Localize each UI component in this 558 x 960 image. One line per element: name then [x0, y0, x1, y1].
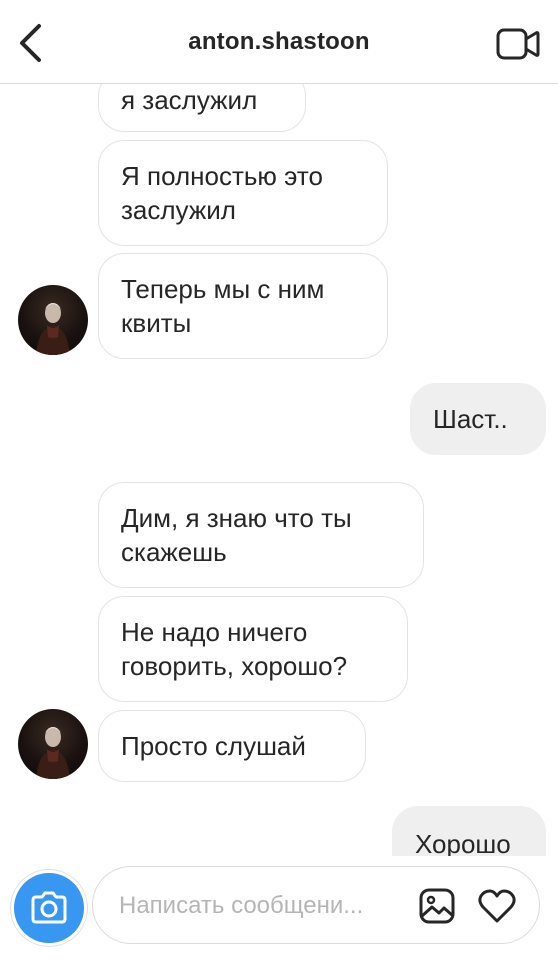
like-button[interactable]	[475, 885, 519, 927]
message-text: Просто слушай	[121, 731, 306, 761]
chat-title[interactable]: anton.shastoon	[0, 28, 558, 56]
avatar[interactable]	[18, 709, 88, 779]
message-bubble-incoming[interactable]: Я полностью это заслужил	[98, 140, 388, 246]
gallery-button[interactable]	[417, 886, 457, 926]
message-bubble-incoming[interactable]: Теперь мы с ним квиты	[98, 253, 388, 359]
message-text: я заслужил	[121, 85, 258, 115]
message-composer	[0, 856, 558, 960]
person-photo-icon	[36, 303, 70, 355]
chat-header: anton.shastoon	[0, 0, 558, 84]
camera-icon	[31, 891, 67, 924]
message-bubble-incoming[interactable]: Дим, я знаю что ты скажешь	[98, 482, 424, 588]
message-thread[interactable]: я заслужил Я полностью это заслужил Тепе…	[0, 84, 558, 856]
message-text: Теперь мы с ним квиты	[121, 274, 325, 338]
avatar[interactable]	[18, 285, 88, 355]
message-text: Дим, я знаю что ты скажешь	[121, 503, 352, 567]
person-photo-icon	[36, 727, 70, 779]
gallery-icon	[419, 888, 455, 924]
video-call-button[interactable]	[494, 22, 542, 66]
message-bubble-incoming[interactable]: Не надо ничего говорить, хорошо?	[98, 596, 408, 702]
message-text: Не надо ничего говорить, хорошо?	[121, 617, 348, 681]
message-text: Хорошо	[415, 829, 511, 856]
message-text: Я полностью это заслужил	[121, 161, 323, 225]
message-input[interactable]	[119, 887, 389, 925]
message-bubble-outgoing[interactable]: Шаст..	[410, 383, 546, 455]
heart-icon	[478, 889, 516, 923]
video-camera-icon	[496, 28, 540, 60]
camera-button[interactable]	[14, 873, 84, 943]
message-bubble-incoming[interactable]: Просто слушай	[98, 710, 366, 782]
message-input-container	[92, 866, 540, 944]
message-text: Шаст..	[433, 404, 508, 434]
message-bubble-outgoing[interactable]: Хорошо	[392, 806, 546, 856]
message-bubble-incoming[interactable]: я заслужил	[98, 84, 306, 132]
